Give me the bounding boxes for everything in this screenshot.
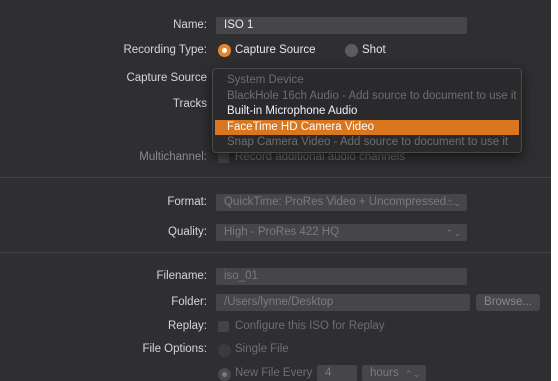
shot-radio[interactable] [345,44,358,57]
menu-item-blackhole-audio: BlackHole 16ch Audio - Add source to doc… [227,90,517,102]
replay-checkbox[interactable] [218,321,229,332]
interval-value-field[interactable]: 4 [317,365,357,381]
separator [0,177,551,178]
tracks-label: Tracks [172,98,207,110]
menu-item-system-device: System Device [227,74,304,86]
menu-item-snap-camera: Snap Camera Video - Add source to docume… [227,136,509,148]
filename-field[interactable]: iso_01 [216,268,467,285]
quality-value: High - ProRes 422 HQ [224,226,340,238]
capture-source-radio[interactable] [218,44,231,57]
name-label: Name: [173,19,207,31]
single-file-radio[interactable] [218,344,231,357]
separator [0,252,551,253]
chevron-updown-icon: ⌃⌄ [445,198,461,208]
replay-checkbox-label: Configure this ISO for Replay [235,320,385,332]
iso-settings-panel: Name: ISO 1 Recording Type: Capture Sour… [0,0,551,381]
folder-field[interactable]: /Users/lynne/Desktop [216,294,470,311]
multichannel-checkbox[interactable] [218,152,229,163]
format-label: Format: [167,196,207,208]
new-file-every-radio[interactable] [218,368,231,381]
new-file-every-label: New File Every [235,367,313,379]
format-value: QuickTime: ProRes Video + Uncompressed..… [224,196,456,208]
chevron-updown-icon: ⌃⌄ [445,228,461,238]
shot-option-label: Shot [362,44,386,56]
single-file-label: Single File [235,343,289,355]
chevron-updown-icon: ⌃⌄ [404,369,420,379]
interval-unit-select[interactable]: hours ⌃⌄ [362,365,426,381]
name-field[interactable]: ISO 1 [216,17,467,34]
capture-source-menu: System Device BlackHole 16ch Audio - Add… [212,68,522,153]
quality-label: Quality: [168,226,207,238]
quality-select[interactable]: High - ProRes 422 HQ ⌃⌄ [216,224,467,241]
file-options-label: File Options: [142,343,207,355]
interval-unit-value: hours [370,367,399,379]
browse-button[interactable]: Browse... [476,294,540,311]
menu-item-facetime-camera[interactable]: FaceTime HD Camera Video [215,120,519,135]
folder-label: Folder: [171,296,207,308]
menu-item-builtin-microphone[interactable]: Built-in Microphone Audio [215,104,519,119]
filename-label: Filename: [156,270,208,282]
replay-label: Replay: [168,320,207,332]
capture-source-label: Capture Source [126,72,207,84]
multichannel-label: Multichannel: [139,151,207,163]
format-select[interactable]: QuickTime: ProRes Video + Uncompressed..… [216,194,467,211]
recording-type-label: Recording Type: [123,44,207,56]
capture-source-option-label: Capture Source [235,44,316,56]
